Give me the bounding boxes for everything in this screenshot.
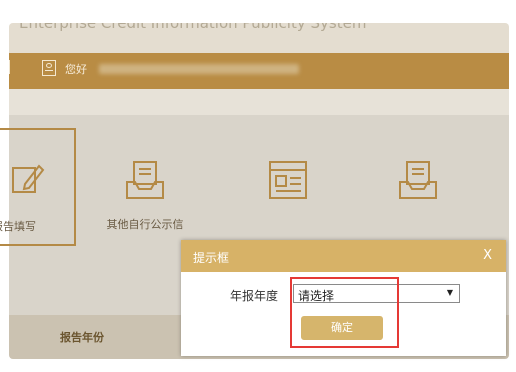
user-nav-bar: 您好 [9, 53, 509, 89]
highlight-annotation [290, 277, 399, 348]
close-button[interactable]: X [483, 248, 492, 263]
document-tray-icon [126, 161, 164, 199]
report-year-column: 报告年份 [60, 331, 104, 344]
greeting-text: 您好 [65, 63, 87, 76]
dialog-header: 提示框 X [181, 240, 506, 272]
redacted-username [99, 64, 299, 74]
card-documents[interactable] [370, 128, 466, 246]
card-form[interactable] [240, 128, 336, 246]
user-icon [42, 60, 56, 76]
document-tray-icon [399, 161, 437, 199]
nav-edge-icon [9, 60, 10, 74]
dropdown-arrow-icon: ▼ [446, 288, 453, 297]
annual-year-label: 年报年度 [230, 289, 279, 303]
dialog-title: 提示框 [193, 251, 230, 265]
form-window-icon [269, 161, 307, 199]
system-title: Enterprise Credit Information Publicity … [19, 23, 367, 32]
pencil-edit-icon [12, 164, 45, 193]
sub-header-band [9, 89, 509, 115]
card-label-report-fill: 报告填写 [0, 220, 36, 233]
card-label-other-disclosure: 其他自行公示信 [106, 218, 184, 231]
system-header: Enterprise Credit Information Publicity … [9, 23, 509, 53]
card-other-disclosure[interactable]: 其他自行公示信 [97, 128, 193, 246]
card-report-fill[interactable]: 报告填写 [0, 128, 76, 246]
